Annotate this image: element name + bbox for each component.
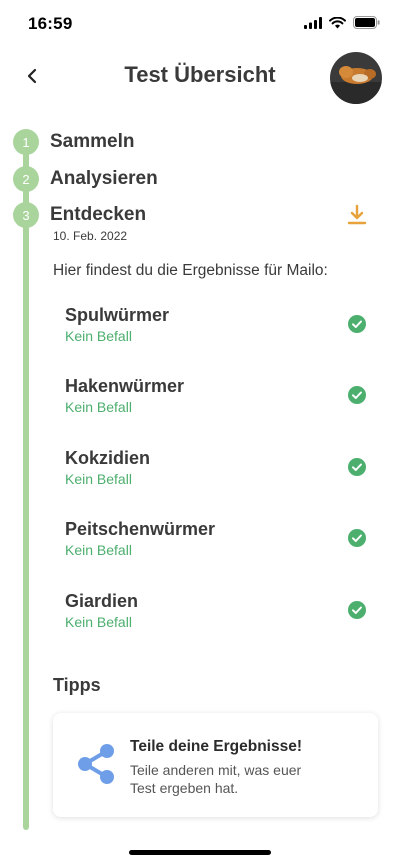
step-entdecken[interactable]: 3 Entdecken <box>13 202 146 228</box>
signal-icon <box>304 16 322 29</box>
result-item: Giardien Kein Befall <box>65 591 375 630</box>
step-label: Entdecken <box>50 204 147 225</box>
results-intro: Hier findest du die Ergebnisse für Mailo… <box>53 262 328 279</box>
tip-text: Teile anderen mit, was euer Test ergeben… <box>130 762 302 796</box>
download-icon <box>347 204 367 225</box>
download-button[interactable] <box>345 203 369 227</box>
check-circle-icon <box>348 601 366 619</box>
check-circle-icon <box>348 386 366 404</box>
check-circle-icon <box>348 529 366 547</box>
result-status: Kein Befall <box>65 542 132 558</box>
avatar-image <box>330 52 382 104</box>
test-date: 10. Feb. 2022 <box>53 229 128 243</box>
check-circle-icon <box>348 458 366 476</box>
result-item: Spulwürmer Kein Befall <box>65 305 375 344</box>
result-status: Kein Befall <box>65 328 132 344</box>
battery-icon <box>353 16 380 29</box>
home-indicator[interactable] <box>129 850 271 855</box>
result-item: Peitschenwürmer Kein Befall <box>65 519 375 558</box>
status-icons <box>304 16 380 29</box>
avatar[interactable] <box>330 52 382 104</box>
status-bar: 16:59 <box>0 0 400 50</box>
tips-heading: Tipps <box>53 675 101 695</box>
result-name: Spulwürmer <box>65 305 170 325</box>
share-results-card[interactable]: Teile deine Ergebnisse! Teile anderen mi… <box>53 713 378 817</box>
result-status: Kein Befall <box>65 399 132 415</box>
result-name: Hakenwürmer <box>65 376 185 396</box>
wifi-icon <box>329 16 346 28</box>
step-sammeln[interactable]: 1 Sammeln <box>13 129 134 155</box>
step-analysieren[interactable]: 2 Analysieren <box>13 166 158 192</box>
step-label: Analysieren <box>50 168 158 189</box>
check-circle-icon <box>348 315 366 333</box>
result-item: Kokzidien Kein Befall <box>65 448 375 487</box>
result-item: Hakenwürmer Kein Befall <box>65 376 375 415</box>
step-label: Sammeln <box>50 131 135 152</box>
tip-title: Teile deine Ergebnisse! <box>130 738 302 755</box>
share-icon <box>78 744 114 784</box>
result-status: Kein Befall <box>65 471 132 487</box>
result-status: Kein Befall <box>65 614 132 630</box>
timeline-line <box>23 140 29 830</box>
step-number: 3 <box>13 202 39 228</box>
result-name: Kokzidien <box>65 448 151 468</box>
result-name: Peitschenwürmer <box>65 519 216 539</box>
result-name: Giardien <box>65 591 139 611</box>
step-number: 2 <box>13 166 39 192</box>
step-number: 1 <box>13 129 39 155</box>
status-time: 16:59 <box>28 14 73 33</box>
